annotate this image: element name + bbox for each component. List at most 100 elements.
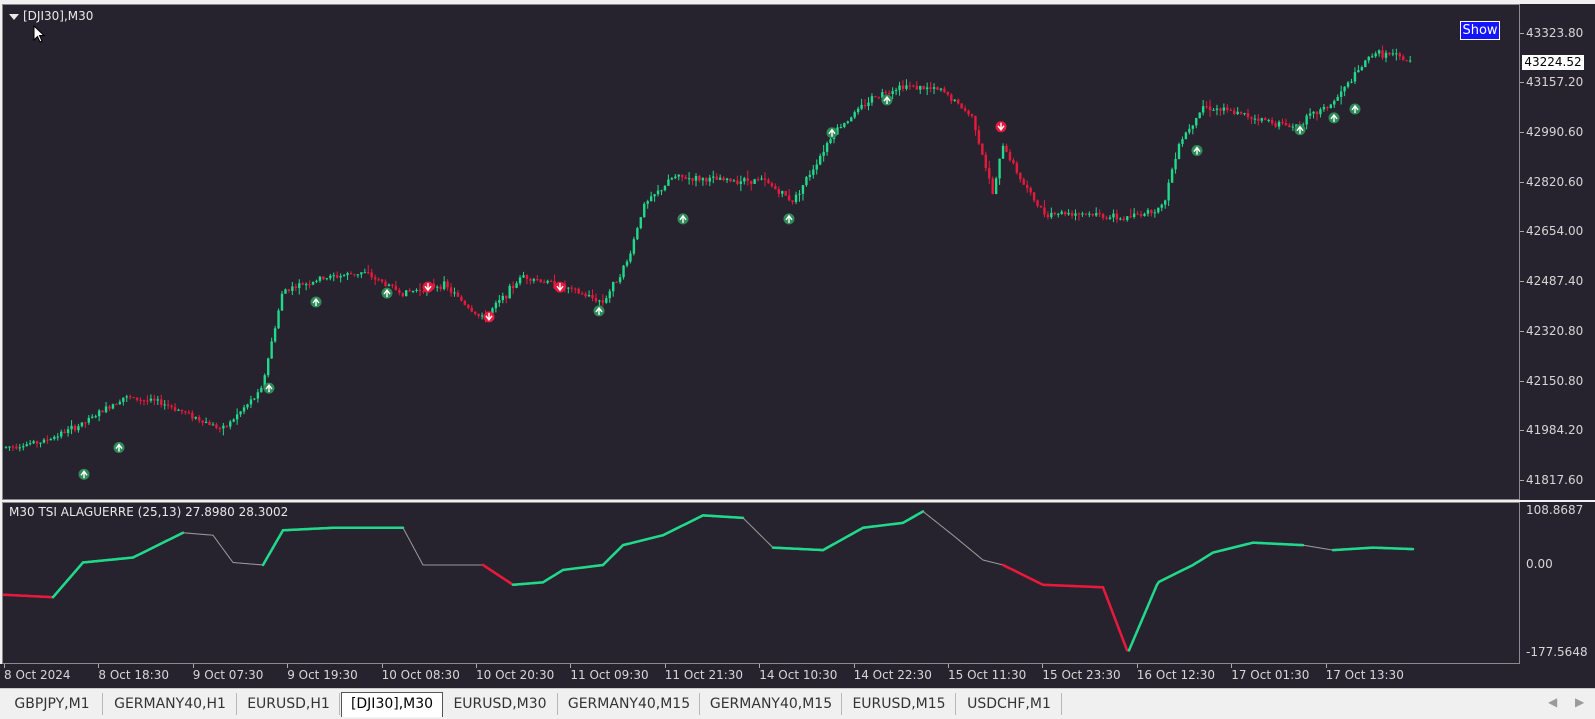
candle (450, 283, 452, 297)
tab--dji30-m30[interactable]: [DJI30],M30 (341, 692, 443, 717)
indicator-pane[interactable]: M30 TSI ALAGUERRE (25,13) 27.8980 28.300… (2, 502, 1520, 664)
candle (146, 395, 148, 405)
candle (177, 409, 179, 411)
candle (695, 173, 697, 186)
candle (495, 301, 497, 313)
candle (201, 420, 203, 426)
candle (1323, 104, 1325, 112)
price-tick-label: 41984.20 (1526, 423, 1583, 437)
candle (67, 426, 69, 437)
candle (346, 272, 348, 280)
candle (926, 83, 928, 96)
candle (388, 283, 390, 286)
candle (257, 389, 259, 403)
candle (567, 287, 569, 293)
candle (381, 279, 383, 283)
candle (840, 124, 842, 129)
indicator-axis[interactable]: 108.86870.00-177.5648 (1520, 502, 1595, 664)
candle (1388, 52, 1390, 56)
candle (640, 217, 642, 229)
candle (322, 276, 324, 280)
candle (947, 91, 949, 96)
candle (132, 397, 134, 398)
tsi-indicator-chart[interactable] (3, 503, 1520, 664)
candle (39, 442, 41, 447)
candle (960, 103, 962, 108)
candle (1088, 211, 1090, 217)
indicator-tick-label: -177.5648 (1526, 645, 1588, 659)
candle (215, 423, 217, 430)
candle (188, 410, 190, 414)
candle (1319, 107, 1321, 117)
candle (681, 175, 683, 182)
candle (667, 175, 669, 186)
price-tick (1520, 33, 1524, 34)
candle (764, 172, 766, 186)
candle (312, 282, 314, 286)
time-tick (4, 664, 5, 668)
tab-usdchf-m1[interactable]: USDCHF,M1 (957, 693, 1062, 715)
candle (1098, 209, 1100, 217)
candle (1071, 210, 1073, 218)
candle (802, 185, 804, 201)
sell-signal-icon (423, 282, 434, 293)
candle (419, 283, 421, 296)
price-chart-pane[interactable]: [DJI30],M30 Show (2, 4, 1520, 500)
candle (871, 93, 873, 106)
candle (1202, 100, 1204, 115)
tab-eurusd-m15[interactable]: EURUSD,M15 (843, 693, 956, 715)
tab-eurusd-m30[interactable]: EURUSD,M30 (443, 693, 558, 715)
candle (657, 185, 659, 196)
candle (360, 272, 362, 278)
candle (1050, 208, 1052, 219)
tab-germany40-m15[interactable]: GERMANY40,M15 (559, 693, 700, 715)
candle (709, 175, 711, 186)
candle (1016, 161, 1018, 175)
candle (167, 400, 169, 409)
candle (246, 404, 248, 410)
candle (850, 117, 852, 122)
candle (1406, 60, 1408, 62)
time-axis[interactable]: 8 Oct 20248 Oct 18:309 Oct 07:309 Oct 19… (0, 664, 1595, 688)
candle (143, 400, 145, 406)
candle (371, 269, 373, 280)
time-tick-label: 17 Oct 01:30 (1231, 668, 1309, 682)
candle (208, 420, 210, 425)
tab-scroll-left-icon[interactable]: ◀ (1548, 695, 1557, 709)
price-tick (1520, 132, 1524, 133)
price-axis[interactable]: 43323.8043157.2042990.6042820.6042654.00… (1520, 4, 1595, 500)
candle (1133, 208, 1135, 219)
candle (415, 288, 417, 292)
tab-gbpjpy-m1[interactable]: GBPJPY,M1 (2, 693, 103, 715)
candle (643, 202, 645, 218)
collapse-triangle-icon[interactable] (9, 14, 19, 20)
candle (1330, 104, 1332, 109)
candle (1385, 50, 1387, 62)
tab-germany40-h1[interactable]: GERMANY40,H1 (104, 693, 237, 715)
candle (1057, 213, 1059, 218)
tab-scroll-right-icon[interactable]: ▶ (1575, 695, 1584, 709)
candle (967, 110, 969, 117)
tab-germany40-m15[interactable]: GERMANY40,M15 (701, 693, 842, 715)
candle (954, 99, 956, 102)
tab-eurusd-h1[interactable]: EURUSD,H1 (238, 693, 340, 715)
candle (515, 281, 517, 288)
time-tick (570, 664, 571, 668)
candle (129, 395, 131, 400)
candle (602, 294, 604, 306)
candle (519, 275, 521, 285)
candle (629, 251, 631, 264)
candle (19, 444, 21, 451)
candle (63, 429, 65, 434)
chart-title[interactable]: [DJI30],M30 (9, 9, 93, 23)
sell-signal-icon (555, 282, 566, 293)
candle (1399, 52, 1401, 60)
candle (1102, 213, 1104, 220)
candle (5, 446, 7, 449)
candle (471, 305, 473, 312)
candlestick-chart[interactable] (3, 5, 1520, 500)
time-tick-label: 17 Oct 13:30 (1326, 668, 1404, 682)
candle (364, 269, 366, 274)
show-button[interactable]: Show (1460, 21, 1500, 40)
candle (84, 422, 86, 428)
